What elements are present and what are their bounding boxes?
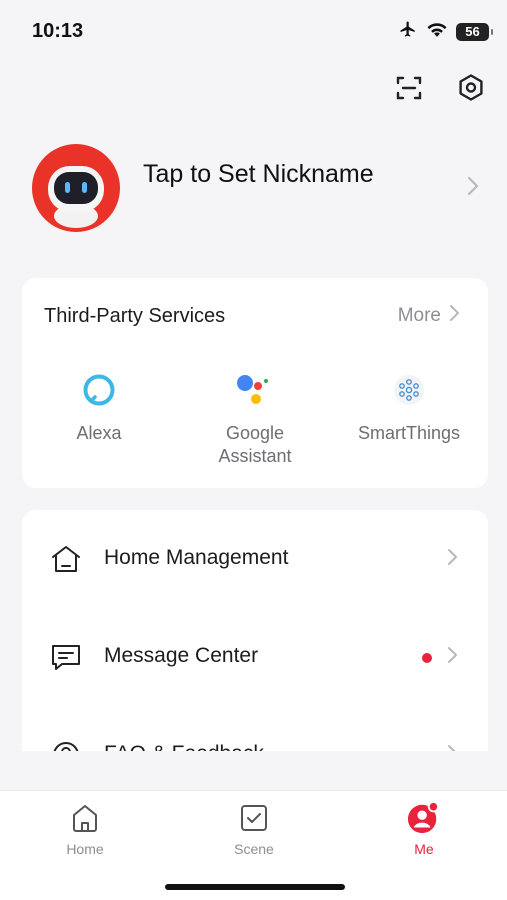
more-label: More — [397, 305, 441, 326]
home-indicator — [165, 884, 345, 890]
airplane-icon — [398, 20, 418, 43]
chevron-right-icon — [447, 646, 458, 669]
third-party-services-card: Third-Party Services More Alexa Google A… — [22, 278, 488, 488]
chevron-right-icon — [449, 304, 460, 328]
service-alexa[interactable]: Alexa — [24, 370, 174, 445]
chevron-right-icon — [447, 744, 458, 751]
avatar[interactable] — [32, 144, 120, 232]
tab-label: Home — [66, 841, 104, 857]
nickname-label[interactable]: Tap to Set Nickname — [143, 160, 374, 189]
more-services-link[interactable]: More — [398, 304, 460, 328]
menu-item-label: Message Center — [104, 644, 259, 667]
help-icon — [50, 740, 82, 751]
battery-icon: 56 — [456, 22, 493, 41]
profile-row[interactable]: Tap to Set Nickname — [0, 140, 507, 240]
menu-item-home-management[interactable]: Home Management — [22, 528, 488, 588]
service-google-assistant[interactable]: Google Assistant — [180, 370, 330, 468]
status-bar: 10:13 56 — [0, 0, 507, 60]
status-time: 10:13 — [32, 20, 84, 42]
tab-me[interactable]: Me — [374, 801, 474, 857]
service-label: Alexa — [76, 423, 122, 443]
chevron-right-icon — [447, 548, 458, 571]
home-outline-icon — [50, 544, 82, 574]
menu-item-label: Home Management — [104, 546, 289, 569]
menu-item-faq-feedback[interactable]: FAQ & Feedback — [22, 724, 488, 751]
menu-item-message-center[interactable]: Message Center — [22, 626, 488, 686]
me-icon — [407, 801, 441, 835]
menu-item-label: FAQ & Feedback — [104, 742, 264, 751]
home-icon — [68, 801, 102, 835]
status-icons: 56 — [398, 20, 493, 43]
tab-scene[interactable]: Scene — [204, 801, 304, 857]
alexa-icon — [79, 370, 119, 410]
google-assistant-icon — [235, 370, 275, 410]
wifi-icon — [426, 21, 448, 43]
scan-button[interactable] — [393, 72, 425, 108]
menu-card: Home Management Message Center FAQ & Fee… — [22, 510, 488, 751]
scan-icon — [395, 74, 423, 107]
chevron-right-icon — [467, 176, 479, 201]
message-icon — [50, 642, 82, 672]
service-label: Google Assistant — [218, 423, 292, 466]
smartthings-icon — [389, 370, 429, 410]
battery-level: 56 — [465, 24, 480, 39]
tab-home[interactable]: Home — [35, 801, 135, 857]
scene-icon — [237, 801, 271, 835]
tab-label: Scene — [234, 841, 274, 857]
settings-icon — [457, 73, 485, 108]
service-smartthings[interactable]: SmartThings — [334, 370, 484, 445]
service-label: SmartThings — [357, 423, 461, 443]
unread-dot — [422, 653, 432, 663]
tab-label: Me — [414, 841, 434, 857]
top-actions — [393, 72, 487, 108]
third-party-services-title: Third-Party Services — [44, 305, 226, 327]
settings-button[interactable] — [455, 72, 487, 108]
